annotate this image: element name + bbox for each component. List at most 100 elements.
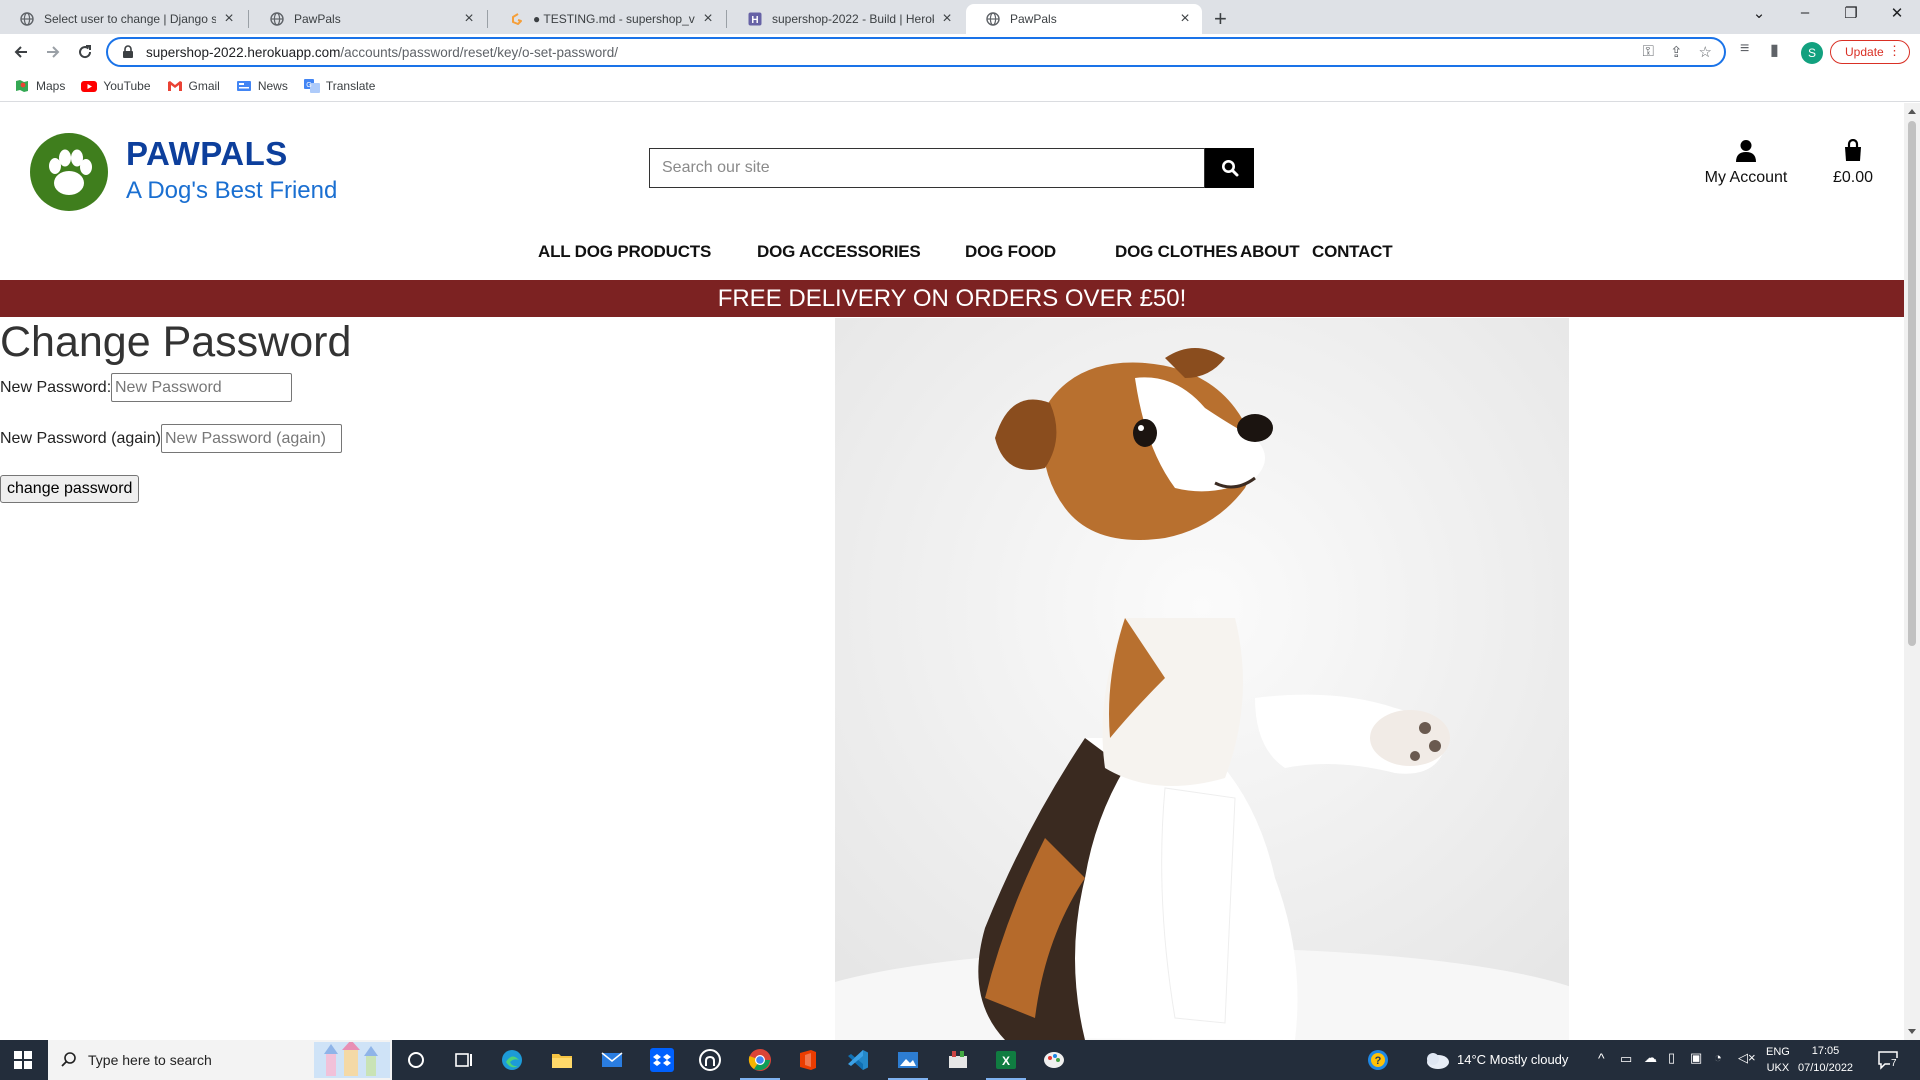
bookmark-maps[interactable]: Maps [14,79,65,93]
weather-status[interactable]: 14°C Mostly cloudy [1457,1052,1568,1067]
onedrive-cloud-icon[interactable]: ☁ [1644,1050,1657,1066]
bookmark-label: Maps [36,78,66,93]
url-path: /accounts/password/reset/key/o-set-passw… [340,44,619,60]
taskbar-search-box[interactable]: Type here to search [48,1040,392,1080]
site-search-button[interactable] [1205,148,1254,188]
bookmark-youtube[interactable]: YouTube [81,79,151,93]
nav-contact[interactable]: CONTACT [1312,242,1393,262]
key-icon[interactable]: ⚿ [1643,43,1654,61]
back-arrow-icon [14,46,27,58]
minimize-button[interactable]: – [1790,4,1820,21]
reading-list-icon[interactable]: ≡ [1740,40,1749,58]
excel-icon[interactable]: X [986,1048,1026,1080]
bookmark-news[interactable]: News [236,79,288,93]
office-icon[interactable] [796,1048,820,1072]
windows-start-button[interactable] [14,1051,32,1074]
browser-tab-pawpals-active[interactable]: PawPals × [966,4,1202,34]
tab-separator [726,10,727,28]
show-hidden-icons-chevron-icon[interactable]: ^ [1598,1050,1605,1066]
restore-button[interactable]: ❐ [1836,4,1866,22]
clock-time: 17:05 [1811,1045,1840,1057]
close-tab-icon[interactable]: × [701,10,715,28]
keyboard-layout: UKX [1766,1062,1790,1074]
url-host: supershop-2022.herokuapp.com [146,44,341,60]
side-panel-icon[interactable]: ▮ [1770,40,1779,60]
github-desktop-icon[interactable] [698,1048,722,1072]
update-label: Update [1845,45,1884,59]
cortana-icon[interactable] [404,1048,428,1072]
nav-dog-clothes[interactable]: DOG CLOTHES [1115,242,1238,262]
nav-all-dog-products[interactable]: ALL DOG PRODUCTS [538,242,711,262]
tab-title: ● TESTING.md - supershop_v1 - G [533,12,695,26]
nav-about[interactable]: ABOUT [1240,242,1300,262]
taskbar-clock[interactable]: 17:05 07/10/2022 [1798,1043,1853,1077]
site-search-input[interactable] [649,148,1205,188]
taskbar-search-icon [61,1052,76,1067]
network-device-icon[interactable]: ▭ [1620,1051,1632,1067]
tab-title: PawPals [294,12,341,26]
tab-search-chevron-icon[interactable]: ⌄ [1744,4,1774,22]
tab-title: Select user to change | Django si [44,12,216,26]
my-account-link[interactable]: My Account [1696,139,1796,187]
address-bar[interactable]: supershop-2022.herokuapp.com/accounts/pa… [106,37,1726,67]
browser-tab-heroku[interactable]: H supershop-2022 - Build | Heroku × [728,4,964,34]
tab-separator [487,10,488,28]
my-account-label: My Account [1704,169,1788,186]
wifi-icon[interactable]: ◔ [1714,1050,1722,1065]
change-password-button[interactable]: change password [0,475,140,503]
display-icon[interactable]: ▣ [1690,1050,1702,1066]
browser-tab-gitpod[interactable]: ● TESTING.md - supershop_v1 - G × [489,4,725,34]
close-tab-icon[interactable]: × [222,10,236,28]
notification-center-icon[interactable]: 7 [1876,1048,1900,1072]
bookmark-gmail[interactable]: Gmail [167,79,220,93]
chrome-taskbar-icon[interactable] [740,1048,780,1080]
mail-icon[interactable] [600,1048,624,1072]
bookmark-star-icon[interactable]: ☆ [1699,43,1712,61]
photos-icon[interactable] [888,1048,928,1080]
globe-icon [986,12,1000,26]
close-window-button[interactable]: ✕ [1882,4,1912,22]
tab-title: supershop-2022 - Build | Heroku [772,12,934,26]
nav-dog-food[interactable]: DOG FOOD [965,242,1056,262]
bookmark-label: Gmail [188,78,220,93]
site-brand[interactable]: PAWPALS [126,135,288,173]
close-tab-icon[interactable]: × [462,10,476,28]
new-password-again-input[interactable] [161,424,342,453]
edge-browser-icon[interactable] [500,1048,524,1072]
update-button[interactable]: Update ⋮ [1830,40,1910,64]
language-indicator[interactable]: ENG UKX [1766,1044,1790,1076]
browser-tab-django[interactable]: Select user to change | Django si × [0,4,246,34]
reload-button[interactable] [73,40,97,64]
vscode-icon[interactable] [846,1048,870,1072]
help-icon[interactable]: ? [1366,1048,1390,1072]
paint-app-icon[interactable] [1042,1048,1066,1072]
new-tab-button[interactable]: + [1214,6,1227,32]
page-scrollbar[interactable] [1904,103,1920,1040]
profile-avatar[interactable]: S [1801,42,1823,64]
snipping-tool-icon[interactable] [946,1048,970,1072]
shopping-bag-link[interactable]: £0.00 [1820,139,1886,187]
battery-icon[interactable]: ▯ [1668,1050,1675,1066]
browser-tab-pawpals[interactable]: PawPals × [250,4,486,34]
new-password-again-label: New Password (again): [0,430,166,447]
forward-button[interactable] [41,40,65,64]
gitpod-icon [509,12,523,26]
dropbox-icon[interactable] [650,1048,674,1072]
back-button[interactable] [9,40,33,64]
share-icon[interactable]: ⇪ [1670,43,1683,61]
close-tab-icon[interactable]: × [940,10,954,28]
scroll-up-arrow-icon[interactable] [1908,109,1916,114]
close-tab-icon[interactable]: × [1178,10,1192,28]
maps-icon [16,79,28,92]
nav-dog-accessories[interactable]: DOG ACCESSORIES [757,242,921,262]
bookmark-translate[interactable]: G Translate [303,78,375,93]
file-explorer-icon[interactable] [550,1048,574,1072]
paw-logo[interactable] [30,133,108,211]
volume-muted-icon[interactable]: ◁× [1738,1050,1756,1066]
windows-logo-icon [14,1051,32,1069]
bookmark-label: News [257,78,288,93]
new-password-input[interactable] [111,373,292,402]
task-view-icon[interactable] [452,1048,476,1072]
scrollbar-thumb[interactable] [1908,121,1916,646]
scroll-down-arrow-icon[interactable] [1908,1029,1916,1034]
